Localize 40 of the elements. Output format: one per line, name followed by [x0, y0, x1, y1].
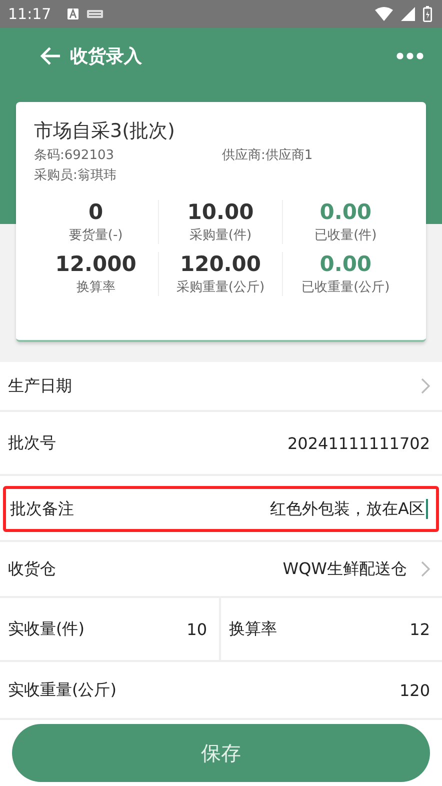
more-icon[interactable] [396, 52, 424, 60]
field-value: 10 [186, 620, 207, 638]
field-label: 批次备注 [10, 498, 75, 520]
battery-icon [423, 6, 432, 22]
signal-icon [401, 6, 415, 21]
field-value: 120 [399, 680, 430, 700]
field-label: 实收量(件) [8, 618, 86, 640]
input-field[interactable]: 红色外包装，放在A区 [270, 498, 428, 520]
stat-value: 0.00 [320, 252, 372, 276]
notification-icon [67, 8, 80, 20]
stat-label: 已收量(件) [314, 227, 377, 244]
stat-label: 要货量(-) [68, 227, 123, 244]
barcode-text: 条码:692103 [34, 147, 116, 164]
stat-label: 已收重量(公斤) [302, 279, 390, 296]
keyboard-icon [87, 10, 104, 18]
field-label: 收货仓 [8, 558, 57, 580]
status-time: 11:17 [8, 4, 52, 23]
stat-label: 采购量(件) [189, 227, 252, 244]
page-title: 收货录入 [70, 44, 142, 68]
field-label: 生产日期 [8, 376, 73, 396]
buyer-text: 采购员:翁琪玮 [34, 167, 116, 184]
stat-label: 采购重量(公斤) [176, 279, 265, 296]
supplier-text: 供应商:供应商1 [222, 147, 313, 164]
stat-value: 0.00 [320, 200, 372, 224]
field-value: 12 [410, 620, 430, 638]
product-name: 市场自采3(批次) [34, 119, 176, 144]
stat-value: 10.00 [187, 200, 254, 224]
field-label: 批次号 [8, 432, 57, 454]
back-icon[interactable] [40, 46, 62, 66]
field-value: 20241111111702 [287, 434, 430, 452]
field-label: 实收重量(公斤) [8, 680, 118, 700]
stat-value: 0 [88, 200, 104, 224]
chevron-right-icon[interactable] [421, 561, 430, 577]
field-value[interactable]: WQW生鲜配送仓 [282, 558, 407, 580]
stat-value: 120.00 [180, 252, 262, 276]
chevron-right-icon[interactable] [421, 378, 430, 394]
stat-value: 12.000 [55, 252, 136, 276]
field-label: 换算率 [229, 618, 278, 640]
stat-label: 换算率 [76, 279, 116, 296]
wifi-icon [375, 6, 393, 21]
